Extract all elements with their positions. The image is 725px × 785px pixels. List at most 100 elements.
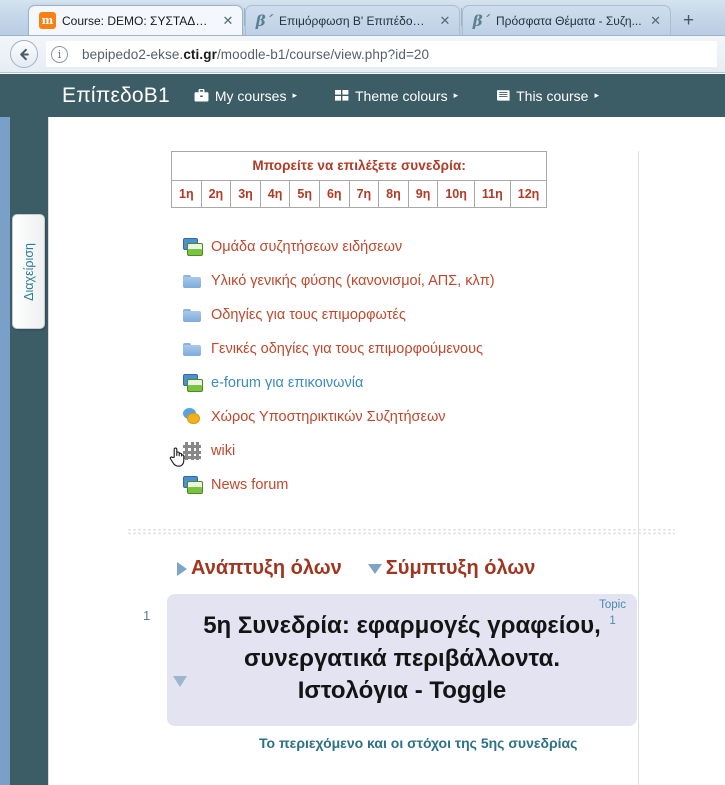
list-item[interactable]: Χώρος Υποστηρικτικών Συζητήσεων bbox=[49, 400, 638, 434]
session-table-title: Μπορείτε να επιλέξετε συvεδρία: bbox=[170, 151, 548, 181]
url-prefix: bepipedo2-ekse. bbox=[82, 46, 184, 62]
list-item[interactable]: Γενικές οδηγίες για τους επιμορφούμενους bbox=[49, 332, 638, 366]
browser-window: m Course: DEMO: ΣΥΣΤΑΔΑ Β... ✕ β´ Επιμόρ… bbox=[0, 0, 725, 785]
session-cell-3[interactable]: 3η bbox=[230, 180, 261, 208]
session-cell-7[interactable]: 7η bbox=[348, 180, 380, 208]
tabstrip: m Course: DEMO: ΣΥΣΤΑΔΑ Β... ✕ β´ Επιμόρ… bbox=[28, 0, 703, 35]
nav-label: Theme colours bbox=[354, 87, 448, 104]
page-viewport: ΕπίπεδοB1 My courses ▸ Theme colours ▸ T… bbox=[0, 74, 725, 785]
table-row: 1η 2η 3η 4η 5η 6η 7η 8η 9η 10η 11η 12η bbox=[171, 180, 548, 208]
beta-icon: β´ bbox=[255, 11, 274, 30]
topic-section: 1 Topic 1 5η Συνεδρία: εφαρμογές γραφείο… bbox=[49, 594, 638, 751]
new-tab-button[interactable]: + bbox=[675, 7, 703, 35]
browser-tab-title: Πρόσφατα Θέματα - Συζη... bbox=[496, 13, 642, 28]
triangle-right-icon[interactable] bbox=[177, 561, 187, 576]
list-item[interactable]: Οδηγίες για τους επιμορφωτές bbox=[49, 298, 638, 332]
session-cell-1[interactable]: 1η bbox=[171, 180, 202, 208]
grid-icon bbox=[334, 89, 349, 102]
moodle-navbar: ΕπίπεδοB1 My courses ▸ Theme colours ▸ T… bbox=[0, 74, 725, 117]
chevron-right-icon: ▸ bbox=[594, 90, 599, 100]
toggle-all-row: Ανάπτυξη όλων Σύμπτυξη όλων bbox=[177, 557, 638, 580]
activity-link[interactable]: News forum bbox=[211, 477, 288, 493]
chevron-right-icon: ▸ bbox=[453, 90, 459, 100]
administration-drawer-tab[interactable]: Διαχείριση bbox=[12, 214, 45, 329]
topic-toggle-box[interactable]: 5η Συνεδρία: εφαρμογές γραφείου, συνεργα… bbox=[167, 594, 637, 726]
beta-icon: β´ bbox=[472, 11, 491, 30]
url-text: bepipedo2-ekse.cti.gr/moodle-b1/course/v… bbox=[82, 47, 429, 62]
session-cell-11[interactable]: 11η bbox=[473, 180, 511, 208]
browser-tab-title: Course: DEMO: ΣΥΣΤΑΔΑ Β... bbox=[62, 13, 214, 28]
session-cell-9[interactable]: 9η bbox=[407, 180, 439, 208]
list-item[interactable]: News forum bbox=[49, 468, 638, 502]
book-icon bbox=[496, 89, 510, 102]
list-item[interactable]: e-forum για επικοινωνία bbox=[49, 366, 638, 400]
back-arrow-icon bbox=[19, 48, 29, 60]
session-cell-12[interactable]: 12η bbox=[509, 180, 548, 208]
topic-title: 5η Συνεδρία: εφαρμογές γραφείου, συνεργα… bbox=[203, 612, 601, 705]
activity-link-hovered[interactable]: e-forum για επικοινωνία bbox=[211, 375, 363, 391]
activity-link[interactable]: Χώρος Υποστηρικτικών Συζητήσεων bbox=[211, 409, 446, 425]
session-cell-2[interactable]: 2η bbox=[200, 180, 232, 208]
session-chooser-table: Μπορείτε να επιλέξετε συvεδρία: 1η 2η 3η… bbox=[170, 151, 548, 208]
topic-collapse-toggle-icon[interactable] bbox=[173, 676, 187, 687]
list-item[interactable]: wiki bbox=[49, 434, 638, 468]
moodle-icon: m bbox=[39, 12, 56, 29]
folder-icon bbox=[183, 340, 201, 358]
session-cell-10[interactable]: 10η bbox=[437, 180, 475, 208]
activity-link[interactable]: Οδηγίες για τους επιμορφωτές bbox=[211, 307, 406, 323]
topic-right-label: Topic bbox=[599, 599, 626, 611]
nav-label: This course bbox=[516, 87, 589, 104]
collapse-all-button[interactable]: Σύμπτυξη όλων bbox=[386, 557, 536, 580]
forum-icon bbox=[183, 476, 203, 494]
activity-link[interactable]: Γενικές οδηγίες για τους επιμορφούμενους bbox=[211, 341, 483, 357]
activity-link[interactable]: Υλικό γενικής φύσης (κανονισμοί, ΑΠΣ, κλ… bbox=[211, 273, 495, 289]
back-button[interactable] bbox=[10, 40, 38, 68]
activity-link[interactable]: wiki bbox=[211, 443, 235, 459]
url-path: /moodle-b1/course/view.php?id=20 bbox=[216, 46, 430, 62]
topic-right-number: 1 bbox=[609, 614, 616, 627]
topic-right-indicator: Topic 1 bbox=[599, 598, 626, 629]
activity-list: Ομάδα συζητήσεων ειδήσεων Υλικό γενικής … bbox=[49, 230, 638, 502]
browser-tab-2[interactable]: β´ Πρόσφατα Θέματα - Συζη... ✕ bbox=[462, 5, 671, 35]
topic-side-number: 1 bbox=[143, 608, 151, 623]
site-brand[interactable]: ΕπίπεδοB1 bbox=[62, 84, 170, 108]
session-cell-4[interactable]: 4η bbox=[259, 180, 291, 208]
nav-item-this-course[interactable]: This course ▸ bbox=[496, 88, 599, 104]
session-cell-5[interactable]: 5η bbox=[289, 180, 320, 208]
page-info-icon[interactable]: i bbox=[51, 45, 68, 63]
close-icon[interactable]: ✕ bbox=[648, 13, 664, 29]
forum-icon bbox=[183, 238, 203, 256]
section-divider bbox=[127, 528, 675, 535]
folder-icon bbox=[183, 306, 201, 324]
browser-tab-title: Επιμόρφωση Β' Επιπέδου ... bbox=[279, 13, 431, 28]
browser-tab-0[interactable]: m Course: DEMO: ΣΥΣΤΑΔΑ Β... ✕ bbox=[28, 5, 243, 35]
browser-tab-1[interactable]: β´ Επιμόρφωση Β' Επιπέδου ... ✕ bbox=[245, 5, 460, 35]
chevron-right-icon: ▸ bbox=[292, 90, 297, 100]
session-cell-8[interactable]: 8η bbox=[378, 180, 409, 208]
briefcase-icon bbox=[194, 89, 209, 102]
nav-item-theme-colours[interactable]: Theme colours ▸ bbox=[334, 87, 459, 104]
table-row: Μπορείτε να επιλέξετε συvεδρία: bbox=[170, 151, 548, 181]
expand-all-button[interactable]: Ανάπτυξη όλων bbox=[191, 557, 342, 580]
nav-item-my-courses[interactable]: My courses ▸ bbox=[194, 88, 297, 104]
folder-icon bbox=[183, 272, 201, 290]
close-icon[interactable]: ✕ bbox=[437, 13, 453, 29]
course-content-column: Μπορείτε να επιλέξετε συvεδρία: 1η 2η 3η… bbox=[48, 117, 725, 785]
browser-navigation-bar: i bepipedo2-ekse.cti.gr/moodle-b1/course… bbox=[0, 36, 725, 73]
list-item[interactable]: Υλικό γενικής φύσης (κανονισμοί, ΑΠΣ, κλ… bbox=[49, 264, 638, 298]
activity-link[interactable]: Ομάδα συζητήσεων ειδήσεων bbox=[211, 239, 402, 255]
topic-subtitle: Το περιεχόμενο και οι στόχοι της 5ης συν… bbox=[259, 734, 578, 751]
address-bar[interactable]: i bepipedo2-ekse.cti.gr/moodle-b1/course… bbox=[46, 41, 717, 67]
left-rail bbox=[0, 117, 10, 785]
wiki-icon bbox=[183, 442, 201, 460]
course-content-inner: Μπορείτε να επιλέξετε συvεδρία: 1η 2η 3η… bbox=[49, 151, 675, 785]
list-item[interactable]: Ομάδα συζητήσεων ειδήσεων bbox=[49, 230, 638, 264]
administration-drawer-label: Διαχείριση bbox=[21, 242, 36, 301]
nav-label: My courses bbox=[214, 87, 287, 104]
forum-icon bbox=[183, 374, 203, 392]
session-cell-6[interactable]: 6η bbox=[318, 180, 350, 208]
chat-icon bbox=[183, 408, 201, 426]
close-icon[interactable]: ✕ bbox=[220, 13, 236, 29]
triangle-down-icon[interactable] bbox=[367, 563, 382, 574]
browser-tab-strip: m Course: DEMO: ΣΥΣΤΑΔΑ Β... ✕ β´ Επιμόρ… bbox=[0, 0, 725, 36]
